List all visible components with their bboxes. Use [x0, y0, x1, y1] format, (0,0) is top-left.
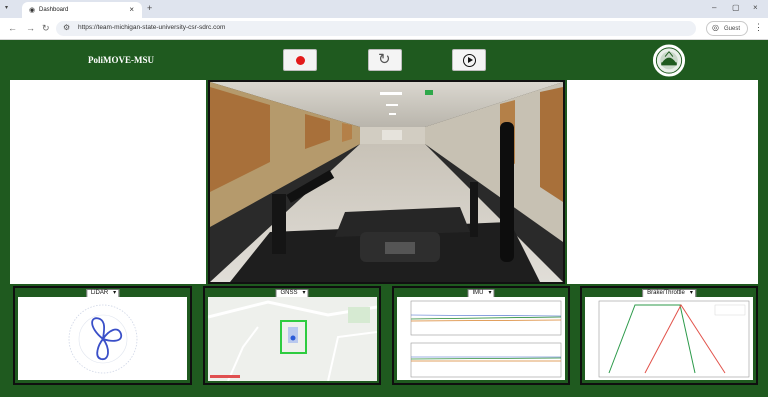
- right-panel: [567, 80, 758, 284]
- maximize-icon[interactable]: ▢: [732, 3, 740, 12]
- brake-throttle-plot: [585, 297, 753, 380]
- lidar-panel: LiDAR ▾: [13, 286, 192, 385]
- back-icon[interactable]: ←: [8, 23, 17, 33]
- play-icon: [463, 54, 476, 67]
- brake-throttle-panel: Brake/Throttle ▾: [580, 286, 758, 385]
- tab-list-icon[interactable]: ▾: [5, 4, 8, 11]
- url-text: https://team-michigan-state-university-c…: [78, 24, 226, 31]
- address-bar[interactable]: ⚙ https://team-michigan-state-university…: [56, 21, 696, 36]
- globe-icon: ◉: [29, 7, 36, 14]
- reload-icon[interactable]: ↻: [42, 23, 50, 34]
- guest-label: Guest: [724, 26, 741, 32]
- close-window-icon[interactable]: ×: [753, 3, 758, 12]
- gnss-panel: GNSS ▾: [203, 286, 381, 385]
- reset-icon: ↻: [378, 51, 391, 68]
- panel-select-value: Brake/Throttle: [647, 290, 685, 296]
- reset-button[interactable]: ↻: [368, 49, 402, 71]
- lidar-plot: [18, 297, 187, 380]
- brand-title: PoliMOVE-MSU: [88, 55, 154, 65]
- chevron-down-icon: ▾: [302, 290, 306, 296]
- imu-panel: IMU ▾: [392, 286, 570, 385]
- forward-icon[interactable]: →: [26, 23, 35, 33]
- msu-seal-logo: [651, 43, 687, 78]
- app-header: PoliMOVE-MSU ↻: [0, 40, 768, 80]
- record-button[interactable]: [283, 49, 317, 71]
- chevron-down-icon: ▾: [113, 290, 117, 296]
- chevron-down-icon: ▾: [488, 290, 492, 296]
- profile-icon: ◎: [712, 23, 719, 32]
- camera-feed: [208, 80, 565, 284]
- panel-select-value: IMU: [472, 290, 484, 296]
- panel-select-value: GNSS: [280, 290, 298, 296]
- record-icon: [296, 56, 305, 65]
- browser-toolbar: ← → ↻ ⚙ https://team-michigan-state-univ…: [0, 18, 768, 40]
- chevron-down-icon: ▾: [689, 290, 693, 296]
- left-panel: [10, 80, 206, 284]
- panel-select-value: LiDAR: [90, 290, 109, 296]
- tab-strip: ▾ ◉ Dashboard × + – ▢ ×: [0, 0, 768, 18]
- browser-tab[interactable]: ◉ Dashboard ×: [22, 2, 142, 18]
- dashboard-app: PoliMOVE-MSU ↻ LiDAR ▾ GNSS ▾ IMU ▾ Brak…: [0, 40, 768, 397]
- browser-window: ▾ ◉ Dashboard × + – ▢ × ← → ↻ ⚙ https://…: [0, 0, 768, 397]
- guest-profile-button[interactable]: ◎ Guest: [706, 21, 748, 36]
- site-info-icon[interactable]: ⚙: [63, 23, 70, 32]
- play-button[interactable]: [452, 49, 486, 71]
- tab-title: Dashboard: [39, 7, 69, 13]
- map-view: [207, 297, 378, 382]
- close-tab-icon[interactable]: ×: [129, 5, 134, 14]
- new-tab-icon[interactable]: +: [147, 3, 152, 13]
- minimize-icon[interactable]: –: [712, 3, 716, 12]
- imu-plots: [397, 297, 565, 380]
- menu-icon[interactable]: ⋮: [754, 22, 763, 33]
